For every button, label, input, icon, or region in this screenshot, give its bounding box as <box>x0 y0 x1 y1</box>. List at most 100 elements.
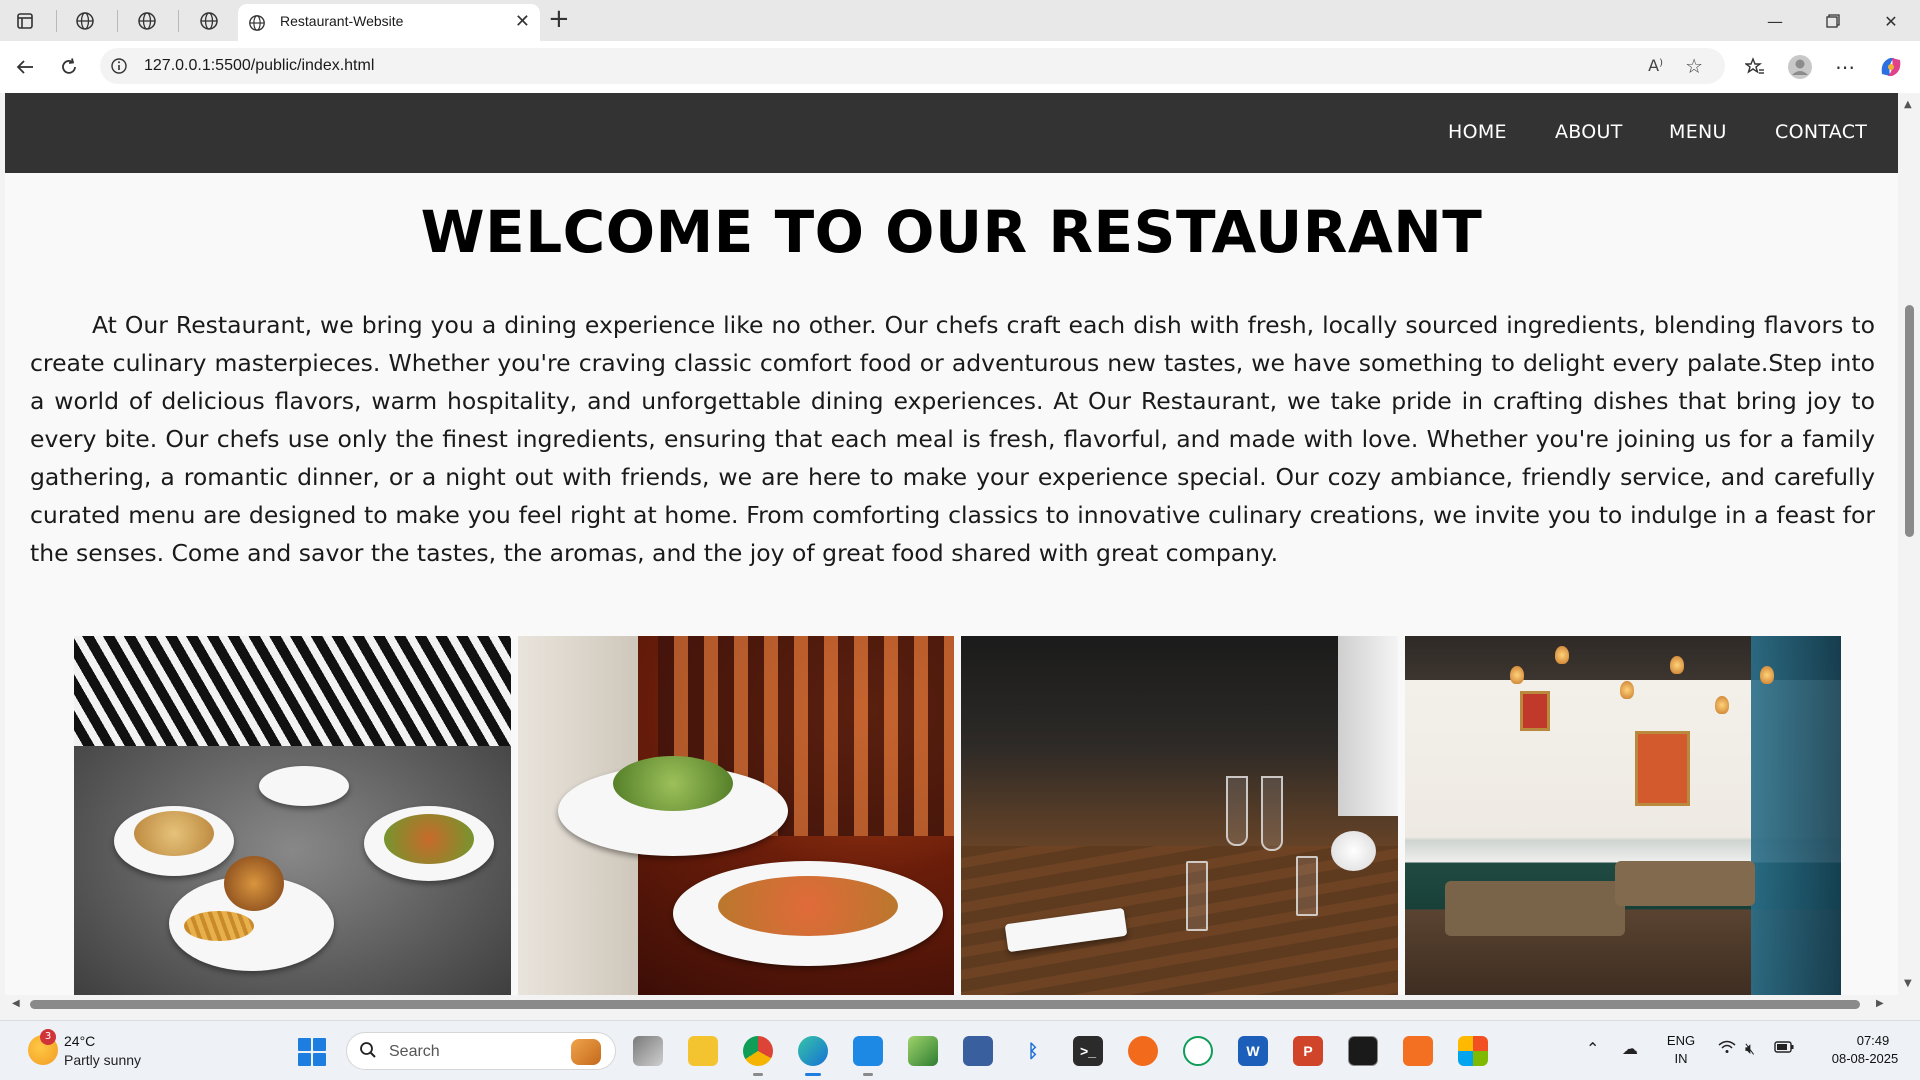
image-viewer-icon[interactable] <box>908 1036 938 1066</box>
new-tab-button[interactable]: + <box>548 4 570 34</box>
photo-gallery <box>74 636 1841 995</box>
nav-contact-link[interactable]: CONTACT <box>1775 121 1867 143</box>
favorites-icon[interactable] <box>1740 53 1770 81</box>
nav-menu-link[interactable]: MENU <box>1669 121 1727 143</box>
tab-separator <box>56 10 57 32</box>
bluetooth-icon[interactable]: ᛒ <box>1018 1036 1048 1066</box>
task-view-icon[interactable] <box>633 1036 663 1066</box>
water-glass <box>1186 861 1208 931</box>
wifi-icon[interactable] <box>1718 1039 1736 1058</box>
dining-table <box>1444 881 1625 936</box>
salad <box>612 756 733 811</box>
window-light <box>1337 636 1398 816</box>
restore-icon[interactable] <box>1818 8 1848 34</box>
scroll-down-arrow-icon[interactable]: ▼ <box>1904 978 1912 989</box>
close-icon[interactable]: ✕ <box>515 11 530 32</box>
intro-paragraph: At Our Restaurant, we bring you a dining… <box>30 311 1875 567</box>
page-title: WELCOME TO OUR RESTAURANT <box>420 198 1483 266</box>
running-indicator <box>753 1073 763 1076</box>
scroll-left-arrow-icon[interactable]: ◀ <box>12 998 20 1009</box>
site-navbar: HOME ABOUT MENU CONTACT <box>5 93 1898 173</box>
url-text: 127.0.0.1:5500/public/index.html <box>144 57 375 74</box>
xampp-icon[interactable] <box>1403 1036 1433 1066</box>
globe-icon[interactable] <box>196 8 222 34</box>
globe-icon[interactable] <box>72 8 98 34</box>
tacos <box>134 811 214 856</box>
minimize-icon[interactable]: — <box>1760 8 1790 34</box>
dining-table <box>1614 861 1755 906</box>
waiter-serving-photo <box>517 636 954 995</box>
search-icon <box>359 1041 377 1064</box>
search-highlight-cat-icon <box>571 1039 601 1065</box>
postman-icon[interactable] <box>1128 1036 1158 1066</box>
weather-badge: 3 <box>40 1029 56 1045</box>
windows-taskbar: 3 24°C Partly sunny Search ᛒ >_ W P ⌃ ☁ … <box>0 1020 1920 1080</box>
mongodb-compass-icon[interactable] <box>1183 1036 1213 1066</box>
salad <box>384 814 474 864</box>
edge-icon[interactable] <box>798 1036 828 1066</box>
horizontal-scroll-thumb[interactable] <box>30 1000 1860 1009</box>
refresh-icon[interactable] <box>56 54 82 80</box>
terminal-icon[interactable]: >_ <box>1073 1036 1103 1066</box>
nav-about-link[interactable]: ABOUT <box>1555 121 1623 143</box>
vscode-icon[interactable] <box>853 1036 883 1066</box>
fries <box>184 911 254 941</box>
wall-art-frame <box>1519 691 1550 731</box>
weather-description[interactable]: Partly sunny <box>64 1052 141 1068</box>
vertical-scrollbar[interactable]: ▲ ▼ <box>1898 93 1920 995</box>
active-indicator <box>805 1073 821 1076</box>
pendant-lamp <box>1759 666 1774 684</box>
volume-muted-icon[interactable]: 🔇︎ <box>1745 1039 1755 1059</box>
copilot-icon[interactable] <box>1876 53 1906 81</box>
powerpoint-icon[interactable]: P <box>1293 1036 1323 1066</box>
tab-separator <box>117 10 118 32</box>
nav-home-link[interactable]: HOME <box>1448 121 1507 143</box>
word-icon[interactable]: W <box>1238 1036 1268 1066</box>
active-tab[interactable]: Restaurant-Website ✕ <box>238 4 540 41</box>
read-aloud-icon[interactable]: A⁾ <box>1648 56 1663 75</box>
scroll-right-arrow-icon[interactable]: ▶ <box>1876 998 1884 1009</box>
restaurant-interior-photo <box>1404 636 1841 995</box>
address-bar-row: 127.0.0.1:5500/public/index.html A⁾ ☆ ⋯ <box>0 41 1920 93</box>
pendant-lamp <box>1619 681 1634 699</box>
windows-start-icon[interactable] <box>298 1038 326 1066</box>
wine-glass <box>1261 776 1283 851</box>
globe-icon[interactable] <box>134 8 160 34</box>
url-field[interactable]: 127.0.0.1:5500/public/index.html A⁾ ☆ <box>100 48 1725 84</box>
favorite-star-icon[interactable]: ☆ <box>1685 54 1703 78</box>
search-placeholder: Search <box>389 1043 440 1060</box>
snipping-tool-icon[interactable] <box>963 1036 993 1066</box>
pendant-lamp <box>1554 646 1569 664</box>
language-region[interactable]: IN <box>1666 1051 1696 1066</box>
weather-temperature[interactable]: 24°C <box>64 1033 95 1049</box>
bruschetta <box>717 876 898 936</box>
vertical-scroll-thumb[interactable] <box>1905 305 1914 537</box>
file-explorer-icon[interactable] <box>688 1036 718 1066</box>
close-window-icon[interactable]: ✕ <box>1876 8 1906 34</box>
pendant-lamp <box>1714 696 1729 714</box>
back-icon[interactable] <box>12 54 38 80</box>
clock-date[interactable]: 08-08-2025 <box>1820 1051 1910 1066</box>
command-prompt-icon[interactable] <box>1348 1036 1378 1066</box>
small-plate <box>259 766 349 806</box>
microsoft-store-icon[interactable] <box>1458 1036 1488 1066</box>
profile-avatar-icon[interactable] <box>1785 53 1815 81</box>
tab-actions-icon[interactable] <box>12 8 38 34</box>
clock-time[interactable]: 07:49 <box>1840 1033 1906 1048</box>
tab-separator <box>178 10 179 32</box>
battery-icon[interactable] <box>1774 1039 1794 1058</box>
chrome-icon[interactable] <box>743 1036 773 1066</box>
dining-table-photo <box>961 636 1398 995</box>
language-code[interactable]: ENG <box>1666 1033 1696 1048</box>
globe-icon <box>248 14 266 36</box>
more-options-icon[interactable]: ⋯ <box>1830 53 1860 81</box>
taskbar-search[interactable]: Search <box>346 1032 616 1070</box>
horizontal-scrollbar[interactable]: ◀ ▶ <box>0 995 1898 1013</box>
chevron-up-icon[interactable]: ⌃ <box>1586 1039 1599 1058</box>
site-info-icon[interactable] <box>110 57 128 79</box>
cloud-offline-icon[interactable]: ☁ <box>1622 1039 1638 1058</box>
scroll-up-arrow-icon[interactable]: ▲ <box>1904 99 1912 110</box>
running-indicator <box>863 1073 873 1076</box>
water-glass <box>1296 856 1318 916</box>
wine-glass <box>1226 776 1248 846</box>
